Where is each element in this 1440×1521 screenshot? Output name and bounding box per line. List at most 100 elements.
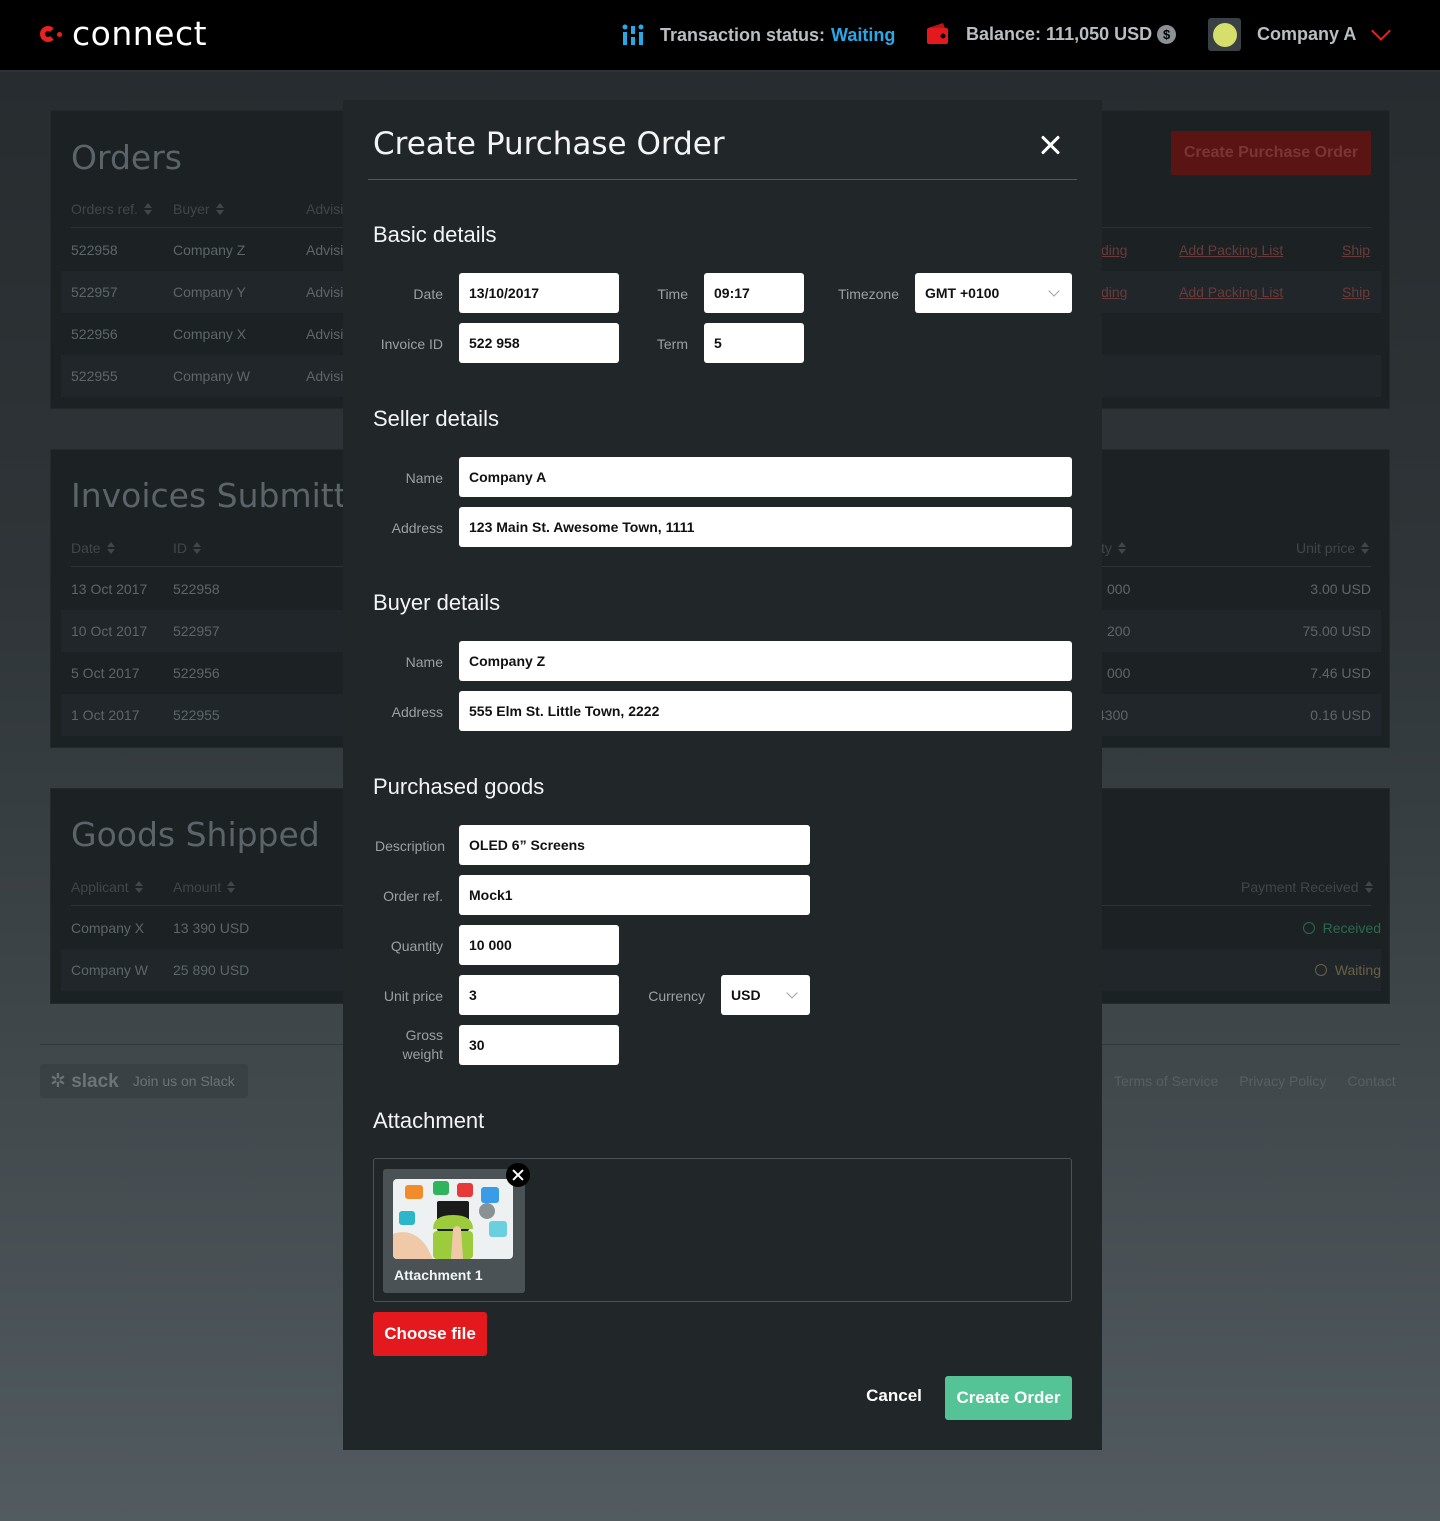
seller-name-input[interactable] bbox=[459, 457, 1072, 497]
buyer-name-input[interactable] bbox=[459, 641, 1072, 681]
status-badge: Waiting bbox=[1314, 962, 1381, 978]
time-label: Time bbox=[657, 286, 688, 302]
chevron-down-icon bbox=[1048, 285, 1060, 297]
column-header[interactable]: Orders ref. bbox=[71, 201, 152, 217]
timezone-select[interactable]: GMT +0100 bbox=[915, 273, 1072, 313]
slack-button[interactable]: ✲ slack Join us on Slack bbox=[40, 1064, 248, 1098]
choose-file-button[interactable]: Choose file bbox=[373, 1312, 487, 1356]
buyer-name-label: Name bbox=[405, 654, 443, 670]
purchased-goods-heading: Purchased goods bbox=[373, 774, 545, 799]
quantity-label: Quantity bbox=[390, 938, 443, 954]
modal-title: Create Purchase Order bbox=[373, 126, 725, 162]
balance: Balance: 111,050 USD $ bbox=[926, 22, 1177, 46]
description-input[interactable] bbox=[459, 825, 810, 865]
seller-address-input[interactable] bbox=[459, 507, 1072, 547]
invoices-title: Invoices Submitted bbox=[71, 476, 388, 515]
unit-price-label: Unit price bbox=[383, 988, 443, 1004]
transaction-status: Transaction status: Waiting bbox=[620, 22, 895, 48]
column-header[interactable]: Amount bbox=[173, 879, 236, 895]
action-link[interactable]: ding bbox=[1101, 284, 1127, 300]
company-menu[interactable]: Company A bbox=[1208, 18, 1392, 51]
sort-icon bbox=[1117, 542, 1126, 554]
company-name: Company A bbox=[1257, 24, 1357, 44]
gross-weight-input[interactable] bbox=[459, 1025, 619, 1065]
check-circle-icon bbox=[1302, 922, 1315, 934]
term-label: Term bbox=[656, 336, 688, 352]
slack-cta: Join us on Slack bbox=[132, 1073, 235, 1089]
attachment-card[interactable]: Attachment 1 bbox=[383, 1169, 525, 1293]
status-value: Waiting bbox=[831, 24, 896, 45]
seller-details-heading: Seller details bbox=[373, 406, 499, 431]
status-label: Transaction status: bbox=[660, 24, 826, 45]
modal-divider bbox=[368, 179, 1077, 180]
order-ref-input[interactable] bbox=[459, 875, 810, 915]
avatar bbox=[1208, 18, 1241, 51]
create-order-button[interactable]: Create Order bbox=[945, 1376, 1072, 1420]
column-header[interactable]: Unit price bbox=[1296, 540, 1370, 556]
transaction-status-icon bbox=[622, 24, 644, 45]
buyer-address-input[interactable] bbox=[459, 691, 1072, 731]
gross-weight-label: Gross weight bbox=[402, 1027, 443, 1062]
column-header[interactable]: ty bbox=[1101, 540, 1126, 556]
date-input[interactable] bbox=[459, 273, 619, 313]
sort-icon bbox=[193, 542, 201, 554]
attachment-dropzone[interactable]: Attachment 1 bbox=[373, 1158, 1072, 1302]
buyer-address-label: Address bbox=[391, 704, 443, 720]
seller-name-label: Name bbox=[405, 470, 443, 486]
sort-icon bbox=[134, 881, 143, 893]
footer-links: Terms of Service Privacy Policy Contact bbox=[1114, 1073, 1396, 1089]
column-header[interactable]: Date bbox=[71, 540, 115, 556]
date-label: Date bbox=[413, 286, 443, 302]
privacy-link[interactable]: Privacy Policy bbox=[1239, 1073, 1326, 1089]
close-icon[interactable] bbox=[1037, 132, 1063, 158]
ship-link[interactable]: Ship bbox=[1342, 284, 1370, 300]
goods-title: Goods Shipped bbox=[71, 815, 320, 854]
create-purchase-order-modal: Create Purchase Order Basic details Date… bbox=[343, 100, 1102, 1450]
sort-icon bbox=[143, 203, 152, 215]
ship-link[interactable]: Ship bbox=[1342, 242, 1370, 258]
column-header[interactable]: ID bbox=[173, 540, 201, 556]
chevron-down-icon bbox=[786, 987, 798, 999]
terms-link[interactable]: Terms of Service bbox=[1114, 1073, 1218, 1089]
balance-text: Balance: 111,050 USD bbox=[966, 23, 1153, 44]
dollar-coin-icon: $ bbox=[1157, 24, 1177, 44]
chevron-down-icon[interactable] bbox=[1371, 20, 1392, 41]
attachment-thumbnail bbox=[393, 1179, 513, 1259]
column-header[interactable]: Applicant bbox=[71, 879, 143, 895]
cancel-button[interactable]: Cancel bbox=[863, 1386, 925, 1410]
add-packing-list-link[interactable]: Add Packing List bbox=[1179, 284, 1283, 300]
logo-icon bbox=[40, 22, 64, 46]
quantity-input[interactable] bbox=[459, 925, 619, 965]
slack-logo: ✲ slack bbox=[50, 1070, 119, 1092]
unit-price-input[interactable] bbox=[459, 975, 619, 1015]
description-label: Description bbox=[374, 838, 445, 854]
timezone-label: Timezone bbox=[838, 286, 899, 302]
sort-icon bbox=[1364, 881, 1373, 893]
logo[interactable]: connect bbox=[40, 14, 207, 53]
contact-link[interactable]: Contact bbox=[1347, 1073, 1395, 1089]
order-ref-label: Order ref. bbox=[383, 888, 443, 904]
action-link[interactable]: ding bbox=[1101, 242, 1127, 258]
sort-icon bbox=[106, 542, 115, 554]
sort-icon bbox=[215, 203, 224, 215]
add-packing-list-link[interactable]: Add Packing List bbox=[1179, 242, 1283, 258]
time-input[interactable] bbox=[704, 273, 804, 313]
clock-circle-icon bbox=[1314, 964, 1327, 976]
column-header[interactable]: Payment Received bbox=[1241, 879, 1373, 895]
top-bar: connect Transaction status: Waiting Bala… bbox=[0, 0, 1440, 72]
wallet-icon bbox=[927, 23, 948, 44]
attachment-heading: Attachment bbox=[373, 1108, 485, 1133]
orders-title: Orders bbox=[71, 138, 182, 177]
currency-select[interactable]: USD bbox=[721, 975, 810, 1015]
remove-attachment-icon[interactable] bbox=[506, 1163, 530, 1187]
seller-address-label: Address bbox=[391, 520, 443, 536]
status-badge: Received bbox=[1302, 920, 1381, 936]
sort-icon bbox=[227, 881, 236, 893]
invoice-id-input[interactable] bbox=[459, 323, 619, 363]
buyer-details-heading: Buyer details bbox=[373, 590, 501, 615]
sort-icon bbox=[1361, 542, 1370, 554]
column-header[interactable]: Buyer bbox=[173, 201, 224, 217]
create-purchase-order-button[interactable]: Create Purchase Order bbox=[1171, 131, 1371, 175]
column-header: Advisi bbox=[306, 201, 344, 217]
term-input[interactable] bbox=[704, 323, 804, 363]
